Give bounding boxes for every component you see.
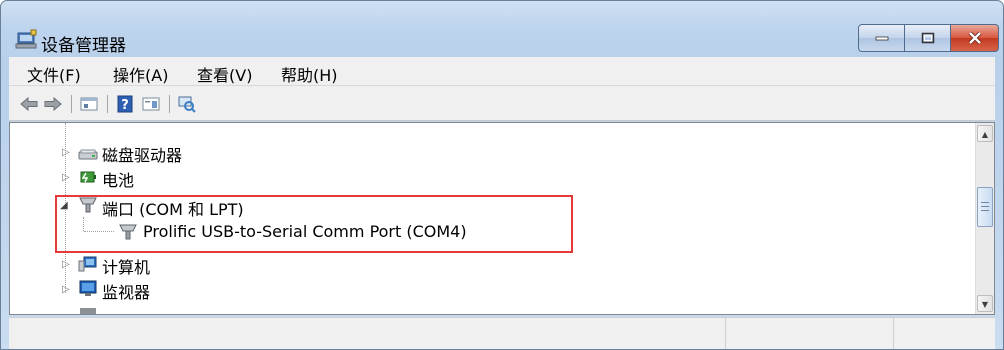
- action-pane-icon[interactable]: [141, 95, 161, 113]
- highlight-box: [55, 195, 573, 253]
- window-title: 设备管理器: [41, 36, 126, 56]
- tree-item-partial[interactable]: [10, 306, 910, 314]
- minimize-icon: [875, 36, 888, 41]
- menu-help[interactable]: 帮助(H): [281, 62, 338, 86]
- maximize-button[interactable]: [905, 24, 951, 52]
- status-bar: [9, 317, 995, 349]
- expand-arrow-icon[interactable]: ▷: [62, 285, 72, 295]
- tree-item-label: 计算机: [102, 258, 151, 277]
- menu-action[interactable]: 操作(A): [113, 62, 168, 86]
- device-manager-icon: [15, 29, 37, 49]
- scroll-thumb[interactable]: [977, 187, 993, 227]
- close-button[interactable]: [951, 24, 999, 52]
- toolbar-separator: [107, 95, 108, 113]
- scroll-up-button[interactable]: ▲: [977, 125, 993, 142]
- device-manager-window: 设备管理器 文件(F) 操作(A) 查看(V) 帮助(H) ? ▷ 磁盘驱动器 …: [0, 0, 1004, 350]
- grip-line: [981, 202, 989, 203]
- scroll-down-button[interactable]: ▼: [977, 295, 993, 312]
- svg-text:?: ?: [121, 98, 129, 113]
- toolbar-separator: [169, 95, 170, 113]
- forward-arrow-icon[interactable]: [43, 95, 63, 113]
- grip-line: [981, 210, 989, 211]
- toolbar-separator: [71, 95, 72, 113]
- properties-icon[interactable]: [79, 95, 99, 113]
- status-pane: [725, 318, 726, 349]
- battery-icon: [80, 171, 96, 183]
- maximize-icon: [921, 32, 934, 44]
- toolbar: ?: [9, 86, 995, 121]
- title-bar[interactable]: 设备管理器: [1, 1, 1003, 57]
- scan-hardware-icon[interactable]: [177, 95, 197, 113]
- menu-file[interactable]: 文件(F): [27, 62, 81, 86]
- device-tree-view[interactable]: ▷ 磁盘驱动器 ▷ 电池 ◢ 端口 (COM 和 LPT) Prolific U…: [9, 122, 995, 315]
- disk-drive-icon: [78, 149, 98, 160]
- expand-arrow-icon[interactable]: ▷: [62, 260, 72, 270]
- minimize-button[interactable]: [858, 24, 905, 52]
- grip-line: [981, 206, 989, 207]
- tree-item-label: 磁盘驱动器: [102, 146, 183, 165]
- status-pane: [893, 318, 894, 349]
- vertical-scrollbar[interactable]: ▲ ▼: [975, 123, 994, 314]
- computer-icon: [78, 256, 97, 272]
- menu-bar: 文件(F) 操作(A) 查看(V) 帮助(H): [9, 57, 995, 86]
- expand-arrow-icon[interactable]: ▷: [62, 173, 72, 183]
- device-icon: [80, 308, 96, 314]
- scroll-down-icon: ▼: [981, 300, 989, 309]
- menu-view[interactable]: 查看(V): [197, 62, 252, 86]
- monitor-icon: [79, 280, 97, 296]
- close-icon: [968, 31, 981, 45]
- tree-item-label: 监视器: [102, 283, 151, 302]
- back-arrow-icon[interactable]: [19, 95, 39, 113]
- expand-arrow-icon[interactable]: ▷: [62, 148, 72, 158]
- tree-item-label: 电池: [102, 171, 135, 190]
- scroll-up-icon: ▲: [981, 130, 989, 139]
- tree-item-battery[interactable]: ▷ 电池: [10, 167, 910, 190]
- tree-item-computer[interactable]: ▷ 计算机: [10, 254, 910, 277]
- tree-item-disk-drives[interactable]: ▷ 磁盘驱动器: [10, 142, 910, 165]
- tree-item-monitors[interactable]: ▷ 监视器: [10, 279, 910, 302]
- help-icon[interactable]: ?: [115, 95, 135, 113]
